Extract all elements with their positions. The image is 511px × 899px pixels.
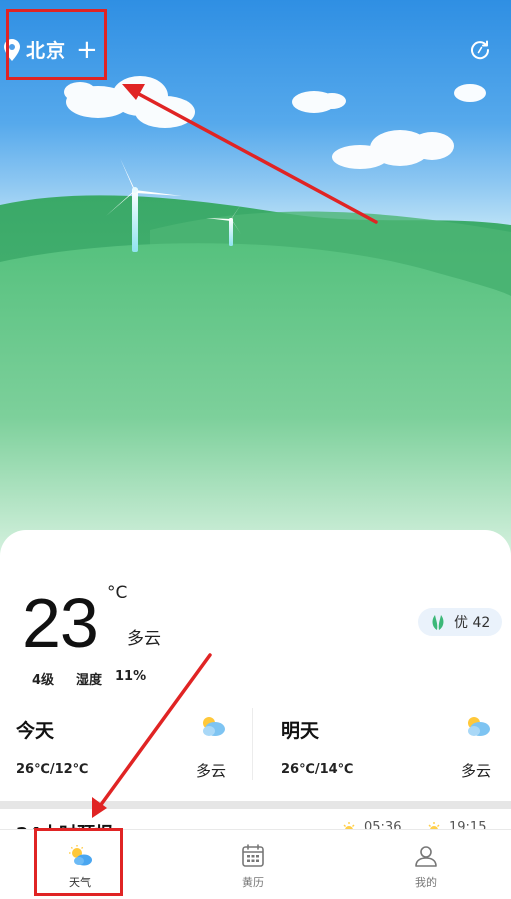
nav-label: 黄历 (242, 876, 264, 889)
forecast-day-name: 今天 (16, 720, 55, 742)
partly-cloudy-icon (468, 717, 490, 736)
weather-scene-illustration (0, 76, 511, 560)
nav-tab-almanac[interactable]: 黄历 (208, 844, 298, 890)
forecast-tomorrow[interactable]: 明天 26℃/14℃ 多云 (281, 708, 491, 788)
section-separator (0, 801, 511, 809)
calendar-icon (242, 844, 264, 867)
forecast-condition: 多云 (195, 762, 226, 780)
wind-level: 4级 (32, 673, 55, 688)
weather-scene (0, 0, 511, 560)
annotation-box-weather-tab (34, 828, 123, 896)
forecast-temp-range: 26℃/12℃ (16, 762, 89, 777)
humidity-value: 11% (115, 669, 147, 684)
leaf-icon (432, 615, 444, 630)
current-temperature: 23 (22, 584, 99, 662)
annotation-box-location (6, 9, 107, 80)
refresh-icon[interactable] (469, 39, 491, 61)
forecast-divider (252, 708, 253, 780)
air-quality-badge[interactable]: 优 42 (418, 608, 502, 636)
forecast-temp-range: 26℃/14℃ (281, 762, 354, 777)
profile-icon (415, 846, 437, 867)
forecast-today[interactable]: 今天 26℃/12℃ 多云 (16, 708, 226, 788)
nav-tab-profile[interactable]: 我的 (381, 844, 471, 890)
forecast-condition: 多云 (460, 762, 491, 780)
nav-label: 我的 (415, 876, 437, 889)
current-condition: 多云 (127, 629, 161, 649)
weather-card: 23 °C 多云 优 42 4级 湿度 11% 今天 26℃/12℃ 多云 明天… (0, 530, 511, 845)
air-quality-text: 优 42 (454, 615, 491, 631)
humidity-label: 湿度 (76, 673, 103, 688)
forecast-day-name: 明天 (281, 720, 320, 742)
temperature-unit: °C (107, 583, 128, 603)
partly-cloudy-icon (203, 717, 225, 736)
